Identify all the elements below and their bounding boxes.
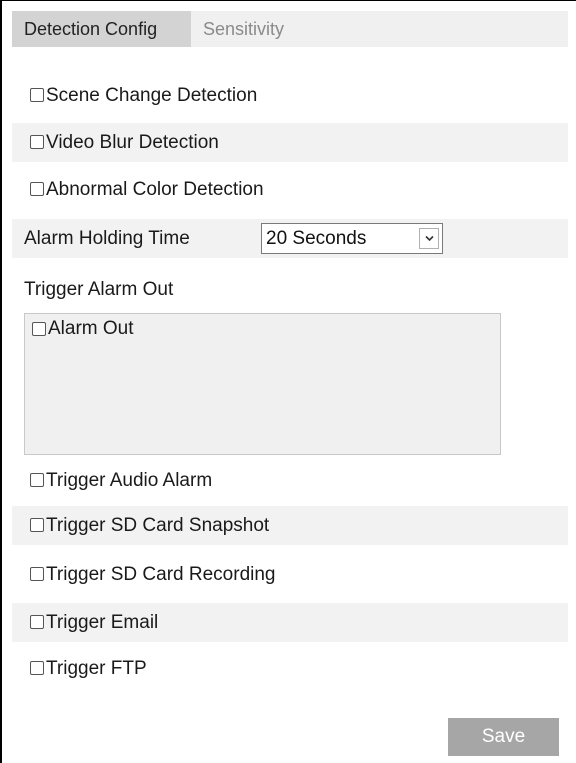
trigger-sd-snapshot-label: Trigger SD Card Snapshot — [46, 515, 270, 536]
alarm-holding-label: Alarm Holding Time — [24, 228, 190, 249]
trigger-audio-row: Trigger Audio Alarm — [12, 461, 568, 500]
scene-change-row: Scene Change Detection — [12, 76, 568, 115]
video-blur-row: Video Blur Detection — [12, 123, 568, 162]
alarm-out-list: Alarm Out — [24, 313, 501, 455]
video-blur-checkbox[interactable] — [30, 135, 44, 149]
trigger-audio-label: Trigger Audio Alarm — [46, 470, 213, 491]
trigger-sd-snapshot-checkbox[interactable] — [30, 518, 44, 532]
abnormal-color-checkbox[interactable] — [30, 182, 44, 196]
tab-detection-config[interactable]: Detection Config — [12, 11, 191, 47]
trigger-audio-checkbox[interactable] — [30, 473, 44, 487]
trigger-ftp-checkbox[interactable] — [30, 661, 44, 675]
trigger-email-label: Trigger Email — [46, 612, 159, 633]
trigger-sd-snapshot-row: Trigger SD Card Snapshot — [12, 506, 568, 545]
trigger-alarm-out-row: Trigger Alarm Out — [12, 270, 568, 309]
video-blur-label: Video Blur Detection — [46, 132, 219, 153]
alarm-out-label: Alarm Out — [48, 318, 134, 339]
alarm-holding-row: Alarm Holding Time 20 Seconds — [12, 219, 568, 258]
trigger-sd-recording-row: Trigger SD Card Recording — [12, 555, 568, 594]
trigger-sd-recording-label: Trigger SD Card Recording — [46, 564, 276, 585]
alarm-holding-value: 20 Seconds — [266, 228, 367, 249]
trigger-sd-recording-checkbox[interactable] — [30, 567, 44, 581]
trigger-ftp-row: Trigger FTP — [12, 649, 568, 688]
tab-bar: Detection Config Sensitivity — [12, 11, 568, 47]
trigger-alarm-out-label: Trigger Alarm Out — [24, 279, 174, 300]
trigger-email-row: Trigger Email — [12, 603, 568, 642]
chevron-down-icon[interactable] — [419, 228, 439, 249]
trigger-email-checkbox[interactable] — [30, 615, 44, 629]
scene-change-label: Scene Change Detection — [46, 85, 258, 106]
tab-sensitivity[interactable]: Sensitivity — [191, 11, 296, 47]
scene-change-checkbox[interactable] — [30, 88, 44, 102]
save-button[interactable]: Save — [448, 718, 559, 756]
alarm-holding-select[interactable]: 20 Seconds — [261, 223, 443, 254]
alarm-out-checkbox[interactable] — [32, 322, 46, 336]
trigger-ftp-label: Trigger FTP — [46, 658, 147, 679]
abnormal-color-label: Abnormal Color Detection — [46, 179, 264, 200]
detection-panel: Detection Config Sensitivity Scene Chang… — [0, 0, 576, 763]
abnormal-color-row: Abnormal Color Detection — [12, 170, 568, 209]
